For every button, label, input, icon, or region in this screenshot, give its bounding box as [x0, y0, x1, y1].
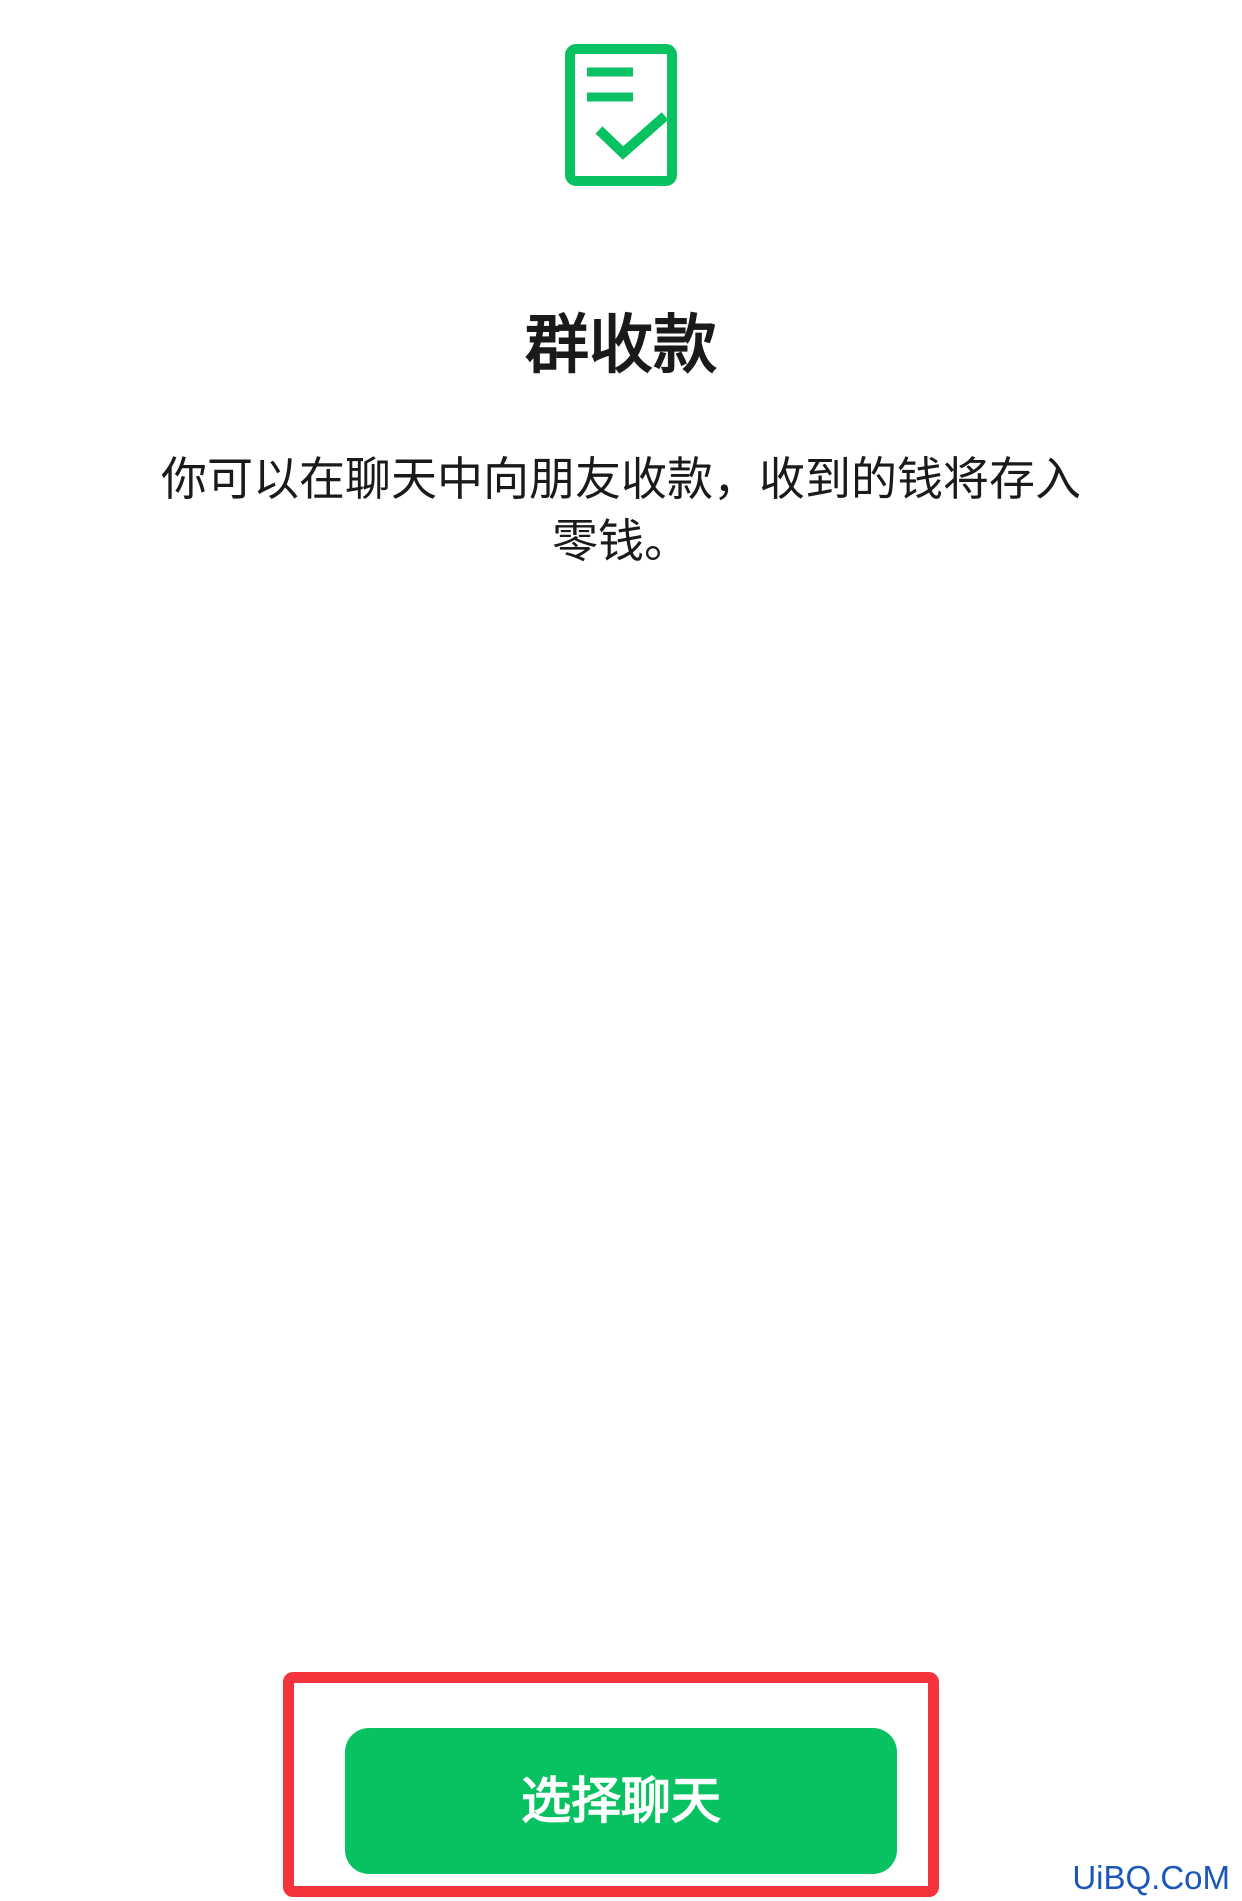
- watermark-text: UiBQ.CoM: [1072, 1859, 1230, 1896]
- description-text: 你可以在聊天中向朋友收款，收到的钱将存入零钱。: [161, 452, 1081, 568]
- select-chat-button[interactable]: 选择聊天: [345, 1728, 897, 1874]
- page-title: 群收款: [525, 309, 717, 383]
- receipt-check-icon: [563, 42, 679, 188]
